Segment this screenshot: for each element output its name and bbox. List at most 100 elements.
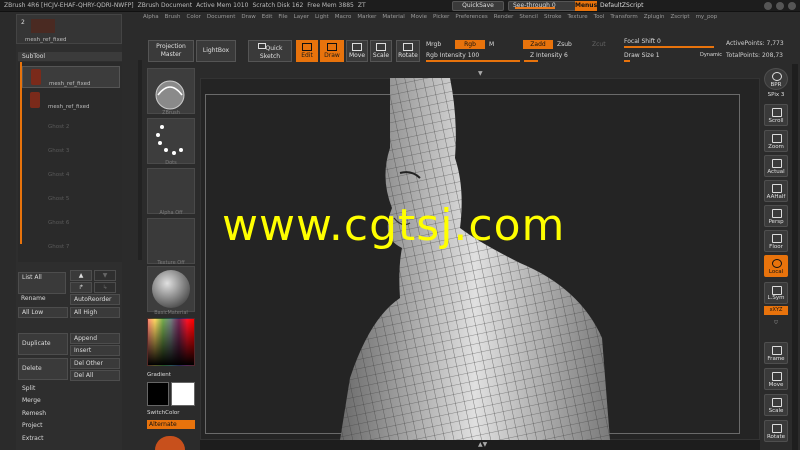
- rgb-button[interactable]: Rgb: [455, 40, 485, 49]
- ghost-slot[interactable]: Ghost 4: [48, 172, 69, 178]
- menu-item[interactable]: Alpha: [143, 14, 159, 24]
- menu-item[interactable]: Stencil: [519, 14, 538, 24]
- subtool-item[interactable]: mesh_ref_fixed: [22, 66, 120, 88]
- subtool-item[interactable]: mesh_ref_fixed: [22, 90, 120, 112]
- draw-size-slider[interactable]: Draw Size 1: [624, 52, 660, 59]
- split-menu[interactable]: Split: [22, 385, 35, 392]
- xyz-button[interactable]: xXYZ: [764, 306, 788, 315]
- expand-arrow-top-icon[interactable]: ▼: [478, 70, 483, 77]
- maximize-icon[interactable]: [776, 2, 784, 10]
- arrow-up-right-icon[interactable]: ↱: [70, 282, 92, 293]
- menu-item[interactable]: Document: [207, 14, 236, 24]
- gradient-toggle[interactable]: Gradient: [147, 372, 195, 378]
- zadd-button[interactable]: Zadd: [523, 40, 553, 49]
- ghost-slot[interactable]: Ghost 2: [48, 124, 69, 130]
- right-shelf-scrollbar[interactable]: [792, 64, 798, 450]
- append-button[interactable]: Append: [70, 333, 120, 344]
- draw-button[interactable]: Draw: [320, 40, 344, 62]
- menu-item[interactable]: Stroke: [544, 14, 562, 24]
- delete-button[interactable]: Delete: [18, 358, 68, 380]
- del-other-button[interactable]: Del Other: [70, 358, 120, 369]
- menu-item[interactable]: my_pop: [696, 14, 718, 24]
- lightbox-button[interactable]: LightBox: [196, 40, 236, 62]
- rotate-tool-button[interactable]: Rotate: [396, 40, 420, 62]
- dynamic-toggle[interactable]: Dynamic: [700, 52, 722, 58]
- scroll-icon: [772, 108, 782, 117]
- del-all-button[interactable]: Del All: [70, 370, 120, 381]
- zcut-button[interactable]: Zcut: [592, 41, 606, 48]
- menu-item[interactable]: Zplugin: [644, 14, 665, 24]
- list-all-button[interactable]: List All: [18, 272, 66, 294]
- rename-button[interactable]: Rename: [18, 294, 68, 305]
- alpha-selector[interactable]: [147, 168, 195, 214]
- quicksave-button[interactable]: QuickSave: [452, 1, 504, 11]
- menu-item[interactable]: Texture: [568, 14, 588, 24]
- see-through-slider[interactable]: See-through 0: [508, 1, 578, 11]
- menu-item[interactable]: Render: [494, 14, 514, 24]
- menu-item[interactable]: Macro: [335, 14, 352, 24]
- insert-button[interactable]: Insert: [70, 345, 120, 356]
- stroke-selector[interactable]: [147, 118, 195, 164]
- secondary-color-swatch[interactable]: [171, 382, 195, 406]
- mrgb-button[interactable]: Mrgb: [426, 41, 441, 48]
- minimize-icon[interactable]: [764, 2, 772, 10]
- ghost-slot[interactable]: Ghost 3: [48, 148, 69, 154]
- projection-master-button[interactable]: Projection Master: [148, 40, 194, 62]
- auto-reorder-button[interactable]: AutoReorder: [70, 294, 120, 305]
- merge-menu[interactable]: Merge: [22, 397, 41, 404]
- duplicate-button[interactable]: Duplicate: [18, 333, 68, 355]
- menu-item[interactable]: Layer: [294, 14, 309, 24]
- menu-item[interactable]: File: [278, 14, 287, 24]
- default-script-button[interactable]: DefaultZScript: [600, 1, 643, 11]
- project-menu[interactable]: Project: [22, 422, 43, 429]
- menu-item[interactable]: Material: [382, 14, 404, 24]
- switch-color-button[interactable]: SwitchColor: [147, 410, 195, 416]
- menu-item[interactable]: Zscript: [670, 14, 689, 24]
- rgb-intensity-slider[interactable]: Rgb Intensity 100: [426, 52, 479, 59]
- menu-item[interactable]: Draw: [241, 14, 255, 24]
- ghost-slot[interactable]: Ghost 5: [48, 196, 69, 202]
- arrow-up-icon[interactable]: ▲: [70, 270, 92, 281]
- extract-menu[interactable]: Extract: [22, 435, 44, 442]
- menu-item[interactable]: Marker: [357, 14, 376, 24]
- subtool-list: mesh_ref_fixed mesh_ref_fixed Ghost 2 Gh…: [18, 62, 122, 262]
- remesh-menu[interactable]: Remesh: [22, 410, 46, 417]
- alternate-button[interactable]: Alternate: [147, 420, 195, 429]
- scale-tool-button[interactable]: Scale: [370, 40, 392, 62]
- menu-item[interactable]: Preferences: [455, 14, 487, 24]
- close-icon[interactable]: [788, 2, 796, 10]
- main-color-swatch[interactable]: [147, 382, 169, 406]
- menu-item[interactable]: Transform: [610, 14, 637, 24]
- menu-item[interactable]: Tool: [594, 14, 605, 24]
- zsub-button[interactable]: Zsub: [557, 41, 572, 48]
- current-tool-thumb[interactable]: 2 mesh_ref_fixed: [16, 14, 122, 44]
- menu-item[interactable]: Light: [315, 14, 329, 24]
- m-button[interactable]: M: [489, 41, 494, 48]
- left-panel-scrollbar[interactable]: [138, 60, 142, 260]
- subtool-header[interactable]: SubTool: [18, 52, 122, 61]
- menu-item[interactable]: Brush: [165, 14, 181, 24]
- scale-view-label: Scale: [768, 408, 784, 414]
- all-low-button[interactable]: All Low: [18, 307, 68, 318]
- edit-button[interactable]: Edit: [296, 40, 318, 62]
- all-high-button[interactable]: All High: [70, 307, 120, 318]
- draw-size-bar: [624, 60, 630, 62]
- menu-item[interactable]: Edit: [262, 14, 273, 24]
- spix-slider[interactable]: SPix 3: [762, 92, 790, 98]
- brush-selector[interactable]: [147, 68, 195, 114]
- material-selector[interactable]: [147, 266, 195, 312]
- quick-sketch-button[interactable]: Quick Sketch: [248, 40, 292, 62]
- focal-shift-slider[interactable]: Focal Shift 0: [624, 38, 661, 45]
- move-tool-button[interactable]: Move: [346, 40, 368, 62]
- menus-button[interactable]: Menus: [575, 1, 597, 11]
- rotation-lock-icon[interactable]: ♡: [762, 320, 790, 326]
- menu-item[interactable]: Movie: [411, 14, 427, 24]
- menu-item[interactable]: Color: [187, 14, 201, 24]
- menu-item[interactable]: Picker: [433, 14, 449, 24]
- ghost-slot[interactable]: Ghost 6: [48, 220, 69, 226]
- z-intensity-slider[interactable]: Z Intensity 6: [530, 52, 568, 59]
- scratch-disk: Scratch Disk 162: [252, 2, 304, 9]
- texture-selector[interactable]: [147, 218, 195, 264]
- expand-arrow-icon[interactable]: ▲▼: [478, 441, 487, 448]
- ghost-slot[interactable]: Ghost 7: [48, 244, 69, 250]
